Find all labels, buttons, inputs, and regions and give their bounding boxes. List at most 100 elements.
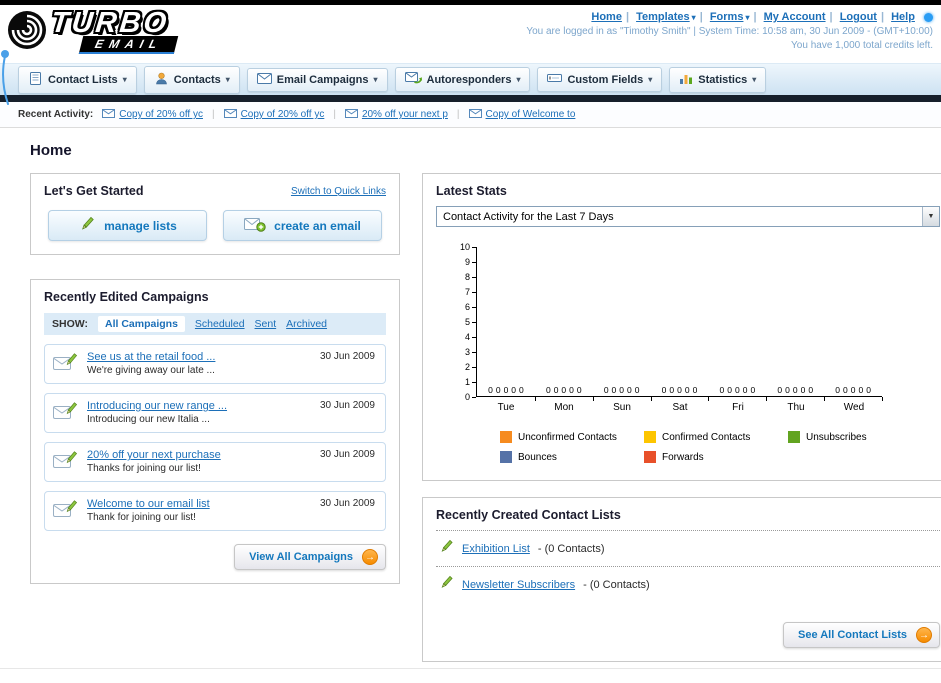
legend-swatch	[500, 431, 512, 443]
switch-quick-links-link[interactable]: Switch to Quick Links	[291, 186, 386, 197]
legend-label: Forwards	[662, 451, 704, 463]
pencil-icon	[438, 575, 454, 594]
recent-activity-link[interactable]: Copy of Welcome to	[486, 109, 576, 120]
chart-value-label: 0	[603, 385, 609, 395]
campaign-filter-all[interactable]: All Campaigns	[97, 316, 185, 332]
legend-item: Confirmed Contacts	[644, 431, 788, 443]
chart-value-label: 0	[866, 385, 871, 395]
chart-value-label: 0	[619, 385, 625, 395]
recent-activity-link[interactable]: Copy of 20% off yc	[241, 109, 325, 120]
contact-list-link[interactable]: Exhibition List	[462, 543, 530, 555]
nav-tab-contact-lists[interactable]: Contact Lists ▾	[18, 65, 137, 94]
nav-tab-statistics[interactable]: Statistics ▾	[669, 66, 767, 93]
manage-lists-button[interactable]: manage lists	[48, 210, 207, 241]
envelope-edit-icon	[53, 450, 78, 473]
legend-label: Unconfirmed Contacts	[518, 431, 617, 443]
envelope-plus-icon	[244, 216, 266, 235]
campaign-title-link[interactable]: 20% off your next purchase	[87, 449, 221, 461]
contact-list-count: - (0 Contacts)	[583, 578, 650, 591]
chart-value-label: 0	[553, 385, 559, 395]
campaign-title-link[interactable]: See us at the retail food ...	[87, 351, 215, 363]
link-home[interactable]: Home	[591, 11, 622, 23]
dark-divider-bar	[0, 95, 941, 102]
separator: |	[829, 11, 833, 23]
get-started-title: Let's Get Started	[44, 184, 144, 198]
link-forms[interactable]: Forms ▾	[710, 11, 750, 23]
credits-info: You have 1,000 total credits left.	[791, 40, 933, 51]
legend-label: Bounces	[518, 451, 557, 463]
chart-group: 00000	[824, 247, 883, 401]
logo-email: EMAIL	[93, 37, 165, 51]
chart-value-label: 0	[661, 385, 667, 395]
chart-x-labels: Tue Mon Sun Sat Fri Thu Wed	[477, 402, 883, 413]
campaign-row: Welcome to our email list Thank for join…	[44, 491, 386, 531]
chart-value-label: 0	[835, 385, 840, 395]
legend-swatch	[644, 451, 656, 463]
contact-lists-title: Recently Created Contact Lists	[436, 508, 621, 522]
campaign-title-link[interactable]: Welcome to our email list	[87, 498, 210, 510]
recent-activity-item: Copy of Welcome to	[468, 108, 576, 121]
link-templates-label: Templates	[636, 11, 690, 23]
recent-activity-link[interactable]: Copy of 20% off yc	[119, 109, 203, 120]
latest-stats-panel: Latest Stats Contact Activity for the La…	[422, 173, 941, 481]
chart-value-label: 0	[777, 385, 783, 395]
campaign-text: Introducing our new range ... Introducin…	[87, 400, 227, 425]
link-help[interactable]: Help	[891, 11, 915, 23]
chevron-down-icon: ▾	[691, 13, 696, 22]
content: Home Let's Get Started Switch to Quick L…	[0, 128, 941, 662]
chart-x-label: Thu	[787, 402, 805, 413]
latest-stats-title: Latest Stats	[436, 184, 507, 198]
contact-list-link[interactable]: Newsletter Subscribers	[462, 579, 575, 591]
campaign-filter-scheduled[interactable]: Scheduled	[195, 318, 245, 330]
pencil-icon	[78, 216, 96, 236]
separator: |	[456, 109, 460, 120]
header: TURBO EMAIL Home | Templates ▾ | Forms ▾ | My…	[0, 5, 941, 63]
chart-value-label: 0	[488, 385, 493, 395]
app-logo[interactable]: TURBO EMAIL	[6, 7, 179, 61]
campaign-row: 20% off your next purchase Thanks for jo…	[44, 442, 386, 482]
recent-activity-bar: Recent Activity: Copy of 20% off yc | Co…	[0, 102, 941, 128]
legend-item: Forwards	[644, 451, 788, 463]
logo-email-bar: EMAIL	[78, 36, 179, 54]
chart-y-labels: 10 9 8 7 6 5 4 3 2 1 0	[452, 243, 476, 402]
dropdown-arrow-icon: ▼	[922, 207, 939, 226]
chart-group: 00000	[535, 247, 594, 401]
campaign-date: 30 Jun 2009	[319, 400, 375, 411]
campaign-filter-archived[interactable]: Archived	[286, 318, 327, 330]
view-all-campaigns-button[interactable]: View All Campaigns →	[234, 544, 386, 570]
nav-tab-email-campaigns[interactable]: Email Campaigns ▾	[246, 67, 388, 92]
chart-value-label: 0	[611, 385, 617, 395]
create-email-button[interactable]: create an email	[223, 210, 382, 241]
nav-tab-label: Custom Fields	[567, 73, 644, 86]
legend-label: Confirmed Contacts	[662, 431, 751, 443]
chart-value-label: 0	[719, 385, 725, 395]
campaign-title-link[interactable]: Introducing our new range ...	[87, 400, 227, 412]
custom-fields-icon	[547, 72, 563, 87]
chart-value-label: 0	[495, 385, 501, 395]
nav-tab-custom-fields[interactable]: Custom Fields ▾	[537, 67, 663, 92]
campaign-text: 20% off your next purchase Thanks for jo…	[87, 449, 221, 474]
chart-group: 00000	[766, 247, 826, 401]
legend-item: Unconfirmed Contacts	[500, 431, 644, 443]
legend-item: Bounces	[500, 451, 644, 463]
chart-value-label: 0	[792, 385, 798, 395]
chart-value-label: 0	[842, 385, 848, 395]
notification-dot	[924, 12, 933, 22]
see-all-contact-lists-button[interactable]: See All Contact Lists →	[782, 622, 940, 648]
recent-activity-item: 20% off your next p	[344, 108, 448, 121]
legend-swatch	[500, 451, 512, 463]
contact-list-item: Newsletter Subscribers - (0 Contacts)	[436, 567, 940, 602]
manage-lists-label: manage lists	[104, 218, 177, 233]
link-templates[interactable]: Templates ▾	[636, 11, 696, 23]
stats-period-dropdown[interactable]: Contact Activity for the Last 7 Days ▼	[436, 206, 940, 227]
link-logout[interactable]: Logout	[840, 11, 877, 23]
recent-activity-link[interactable]: 20% off your next p	[362, 109, 448, 120]
campaign-filter-sent[interactable]: Sent	[255, 318, 277, 330]
envelope-icon	[468, 108, 482, 121]
campaign-subtitle: Thanks for joining our list!	[87, 463, 201, 474]
link-forms-label: Forms	[709, 11, 744, 23]
nav-tab-autoresponders[interactable]: Autoresponders ▾	[394, 67, 531, 92]
link-my-account[interactable]: My Account	[764, 11, 826, 23]
nav-tab-contacts[interactable]: Contacts ▾	[143, 65, 240, 94]
envelope-icon	[223, 108, 237, 121]
